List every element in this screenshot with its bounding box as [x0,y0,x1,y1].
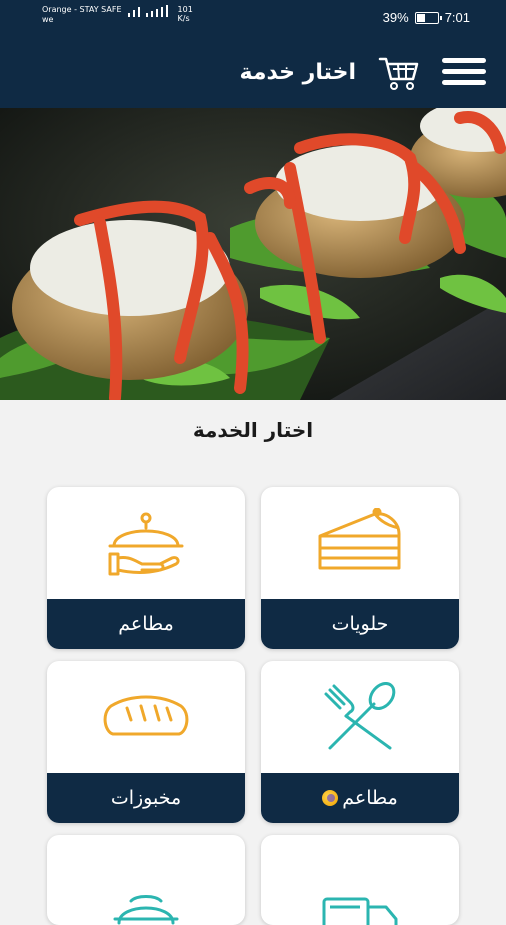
battery-percent: 39% [382,10,409,25]
service-label: مطاعم [47,599,245,649]
service-card-catering[interactable] [47,835,245,925]
cloche-icon [113,895,179,925]
status-left: Orange - STAY SAFE we 101 K/s [42,5,193,25]
page-title: اختار خدمة [239,60,357,85]
battery-icon [414,11,442,24]
carrier-name: Orange - STAY SAFE [42,5,122,14]
service-label: حلويات [261,599,459,649]
icon-area [47,835,245,925]
icon-area [261,661,459,773]
icon-area [47,661,245,773]
signal-icon [127,5,140,17]
service-card-bakery[interactable]: مخبوزات [47,661,245,823]
carrier-sub: we [42,15,54,24]
status-bar: Orange - STAY SAFE we 101 K/s 39% 7:01 [0,0,506,38]
service-card-sweets[interactable]: حلويات [261,487,459,649]
icon-area [261,487,459,599]
clock: 7:01 [444,10,470,25]
cake-slice-icon [318,508,401,570]
app-bar: اختار خدمة [0,38,506,108]
signal-icon-2 [145,5,168,17]
delivery-van-icon [322,897,398,925]
badge-icon [322,790,339,806]
status-right: 39% 7:01 [383,10,470,25]
service-label: مطاعم [261,773,459,823]
network-speed: 101 K/s [177,5,193,23]
icon-area [261,835,459,925]
service-label: مخبوزات [47,773,245,823]
hamburger-menu-icon[interactable] [442,58,486,88]
cart-icon[interactable] [378,54,420,92]
icon-area [47,487,245,599]
service-card-delivery[interactable] [261,835,459,925]
service-card-restaurants[interactable]: مطاعم [47,487,245,649]
hero-food-image [0,108,506,400]
service-card-restaurants-2[interactable]: مطاعم [261,661,459,823]
serving-cloche-icon [108,512,184,576]
section-title: اختار الخدمة [192,418,314,442]
bread-loaf-icon [103,695,189,736]
fork-spoon-icon [324,682,396,750]
